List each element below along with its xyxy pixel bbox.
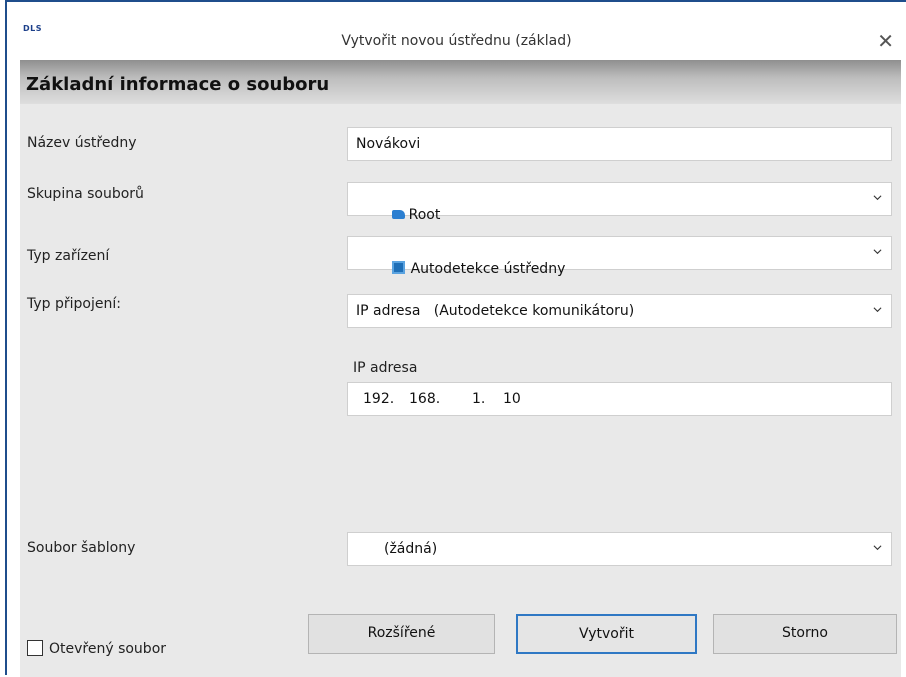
close-icon[interactable]: ✕: [877, 31, 894, 51]
device-label: Typ zařízení: [27, 248, 110, 264]
section-title: Základní informace o souboru: [26, 74, 330, 95]
device-select-value: Autodetekce ústředny: [410, 261, 566, 277]
advanced-button[interactable]: Rozšířené: [308, 614, 495, 654]
dialog-window: DLS Vytvořit novou ústřednu (základ) ✕ Z…: [5, 0, 906, 677]
connection-label: Typ připojení:: [27, 296, 121, 312]
open-file-label: Otevřený soubor: [49, 641, 167, 657]
device-select[interactable]: Autodetekce ústředny: [347, 236, 892, 277]
connection-select[interactable]: IP adresa (Autodetekce komunikátoru): [347, 294, 892, 328]
group-select[interactable]: Root: [347, 182, 892, 223]
folder-icon: [391, 209, 405, 219]
window-title: Vytvořit novou ústřednu (základ): [341, 33, 572, 49]
ip-octet-2[interactable]: 168.: [409, 391, 440, 407]
template-select[interactable]: (žádná): [347, 532, 892, 566]
template-label: Soubor šablony: [27, 540, 136, 556]
cancel-button[interactable]: Storno: [713, 614, 897, 654]
section-header: Základní informace o souboru: [20, 60, 901, 104]
dialog-content: Základní informace o souboru Název ústře…: [20, 60, 901, 677]
ip-octet-4[interactable]: 10: [503, 391, 521, 407]
title-bar: DLS Vytvořit novou ústřednu (základ) ✕: [7, 2, 906, 56]
template-select-value: (žádná): [384, 541, 438, 557]
ip-octet-3[interactable]: 1.: [472, 391, 485, 407]
app-logo: DLS: [23, 24, 42, 33]
name-input-value: Novákovi: [356, 136, 421, 152]
create-button[interactable]: Vytvořit: [516, 614, 697, 654]
group-select-content: Root: [356, 191, 440, 239]
ip-octet-1[interactable]: 192.: [363, 391, 394, 407]
connection-select-value: IP adresa (Autodetekce komunikátoru): [356, 303, 635, 319]
chevron-down-icon: [873, 249, 882, 255]
device-icon: [391, 260, 405, 274]
name-input[interactable]: Novákovi: [347, 127, 892, 161]
chevron-down-icon: [873, 545, 882, 551]
device-select-content: Autodetekce ústředny: [356, 245, 565, 293]
ip-address-label: IP adresa: [353, 360, 418, 376]
group-label: Skupina souborů: [27, 186, 144, 202]
open-file-checkbox[interactable]: [27, 640, 43, 656]
open-file-option[interactable]: Otevřený soubor: [27, 640, 167, 657]
group-select-value: Root: [408, 207, 441, 223]
chevron-down-icon: [873, 307, 882, 313]
ip-address-input[interactable]: 192. 168. 1. 10: [347, 382, 892, 416]
name-label: Název ústředny: [27, 135, 137, 151]
chevron-down-icon: [873, 195, 882, 201]
